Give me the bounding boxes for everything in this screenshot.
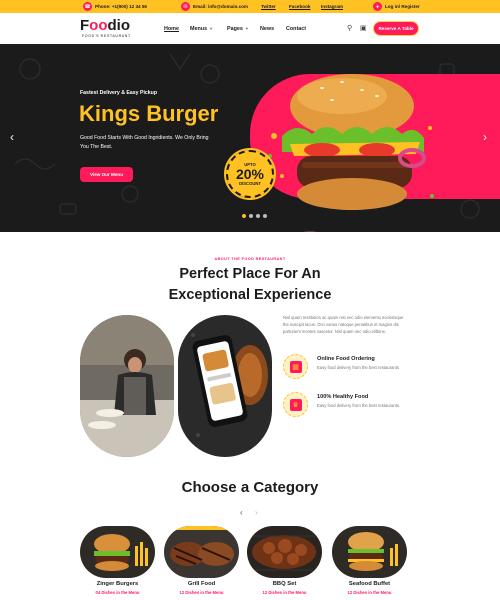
logo-rest: dio bbox=[107, 17, 131, 34]
qr-order-icon: ▦ bbox=[283, 354, 308, 379]
category-name[interactable]: BBQ Set bbox=[247, 581, 322, 587]
reserve-table-button[interactable]: Reserve A Table bbox=[373, 21, 419, 36]
logo-tagline: FOOD'S RESTAURANT bbox=[82, 34, 131, 38]
about-title-line1: Perfect Place For An bbox=[179, 266, 321, 282]
logo-oo: oo bbox=[89, 17, 108, 34]
hero-description: Good Food Starts With Good Ingridients. … bbox=[80, 135, 209, 150]
site-logo[interactable]: Foodio bbox=[80, 17, 131, 34]
category-count: 12 Dishes in the Menu bbox=[179, 590, 224, 595]
about-title: Perfect Place For An Exceptional Experie… bbox=[0, 264, 500, 306]
category-card-seafood[interactable] bbox=[332, 526, 407, 578]
zinger-burger-image bbox=[80, 526, 155, 578]
category-count: 12 Dishes in the Menu bbox=[262, 590, 307, 595]
feature-title: 100% Healthy Food bbox=[317, 394, 369, 400]
category-card-bbq[interactable] bbox=[247, 526, 322, 578]
phone-info[interactable]: ☎ Phone: +1(900) 12 34 56 bbox=[83, 2, 147, 11]
category-name[interactable]: Zinger Burgers bbox=[80, 581, 155, 587]
next-slide-icon[interactable]: › bbox=[483, 130, 487, 144]
about-photo-chef bbox=[80, 315, 174, 457]
category-title: Choose a Category bbox=[181, 479, 319, 496]
phone-icon: ☎ bbox=[83, 2, 92, 11]
logo-letter: F bbox=[80, 17, 90, 34]
nav-news[interactable]: News bbox=[260, 26, 274, 32]
email-icon: ✉ bbox=[181, 2, 190, 11]
nav-menus-label: Menus bbox=[190, 26, 208, 32]
about-photo-phone bbox=[178, 315, 272, 457]
category-prev-icon[interactable]: ‹ bbox=[240, 508, 243, 517]
chef-image bbox=[80, 315, 174, 457]
search-icon[interactable]: ⚲ bbox=[347, 24, 352, 32]
facebook-link[interactable]: Facebook bbox=[289, 4, 310, 9]
category-name[interactable]: Seafood Buffet bbox=[332, 581, 407, 587]
email-text: Email: info@domain.com bbox=[193, 4, 249, 9]
cart-icon[interactable]: ▣ bbox=[360, 24, 367, 32]
nav-home[interactable]: Home bbox=[164, 26, 179, 32]
phone-order-image bbox=[178, 315, 272, 457]
bbq-set-image bbox=[247, 526, 322, 578]
view-menu-button[interactable]: View Our Menu bbox=[80, 167, 133, 182]
category-card-zinger[interactable] bbox=[80, 526, 155, 578]
category-count: 04 Dishes in the Menu bbox=[95, 590, 140, 595]
category-next-icon[interactable]: › bbox=[255, 508, 258, 517]
healthy-food-icon: ♛ bbox=[283, 392, 308, 417]
nav-pages-label: Pages bbox=[227, 26, 243, 32]
slider-dots bbox=[242, 214, 267, 218]
about-title-line2: Exceptional Experience bbox=[168, 287, 332, 303]
slide-dot[interactable] bbox=[256, 214, 260, 218]
category-name[interactable]: Grill Food bbox=[164, 581, 239, 587]
burger-image bbox=[268, 74, 434, 232]
slide-dot[interactable] bbox=[249, 214, 253, 218]
feature-desc: Easy food delivery from the best restaur… bbox=[317, 403, 401, 408]
hero-title: Kings Burger bbox=[79, 101, 219, 126]
email-info[interactable]: ✉ Email: info@domain.com bbox=[181, 2, 248, 11]
twitter-link[interactable]: Twitter bbox=[261, 4, 276, 9]
user-icon: ● bbox=[373, 2, 382, 11]
category-count: 12 Dishes in the Menu bbox=[347, 590, 392, 595]
category-card-grill[interactable] bbox=[164, 526, 239, 578]
nav-contact[interactable]: Contact bbox=[286, 26, 306, 32]
instagram-link[interactable]: Instagram bbox=[321, 4, 343, 9]
grill-food-image bbox=[164, 526, 239, 578]
slide-dot[interactable] bbox=[242, 214, 246, 218]
feature-desc: Easy food delivery from the best restaur… bbox=[317, 365, 399, 370]
main-header: Foodio FOOD'S RESTAURANT Home Menus ▼ Pag… bbox=[0, 13, 500, 44]
login-register[interactable]: ● Log in/ Register bbox=[373, 2, 420, 11]
chevron-down-icon: ▼ bbox=[244, 26, 249, 31]
nav-pages[interactable]: Pages ▼ bbox=[227, 26, 249, 32]
badge-bottom-text: DISCOUNT bbox=[239, 181, 261, 186]
about-kicker: ABOUT THE FOOD RESTAURANT bbox=[214, 257, 286, 261]
discount-badge: UPTO 20% DISCOUNT bbox=[224, 148, 276, 200]
badge-value: 20% bbox=[235, 166, 265, 182]
nav-menus[interactable]: Menus ▼ bbox=[190, 26, 213, 32]
top-info-bar: ☎ Phone: +1(900) 12 34 56 ✉ Email: info@… bbox=[0, 0, 500, 13]
prev-slide-icon[interactable]: ‹ bbox=[10, 130, 14, 144]
chevron-down-icon: ▼ bbox=[209, 26, 214, 31]
feature-title: Online Food Ordering bbox=[317, 356, 375, 362]
slide-dot[interactable] bbox=[263, 214, 267, 218]
hero-kicker: Fastest Delivery & Easy Pickup bbox=[80, 90, 157, 96]
seafood-buffet-image bbox=[332, 526, 407, 578]
hero-slider: Fastest Delivery & Easy Pickup Kings Bur… bbox=[0, 44, 500, 232]
about-description: Nisl quam restitution ac quam nisi nec o… bbox=[283, 315, 404, 334]
login-text: Log in/ Register bbox=[385, 4, 420, 9]
phone-text: Phone: +1(900) 12 34 56 bbox=[95, 4, 147, 9]
